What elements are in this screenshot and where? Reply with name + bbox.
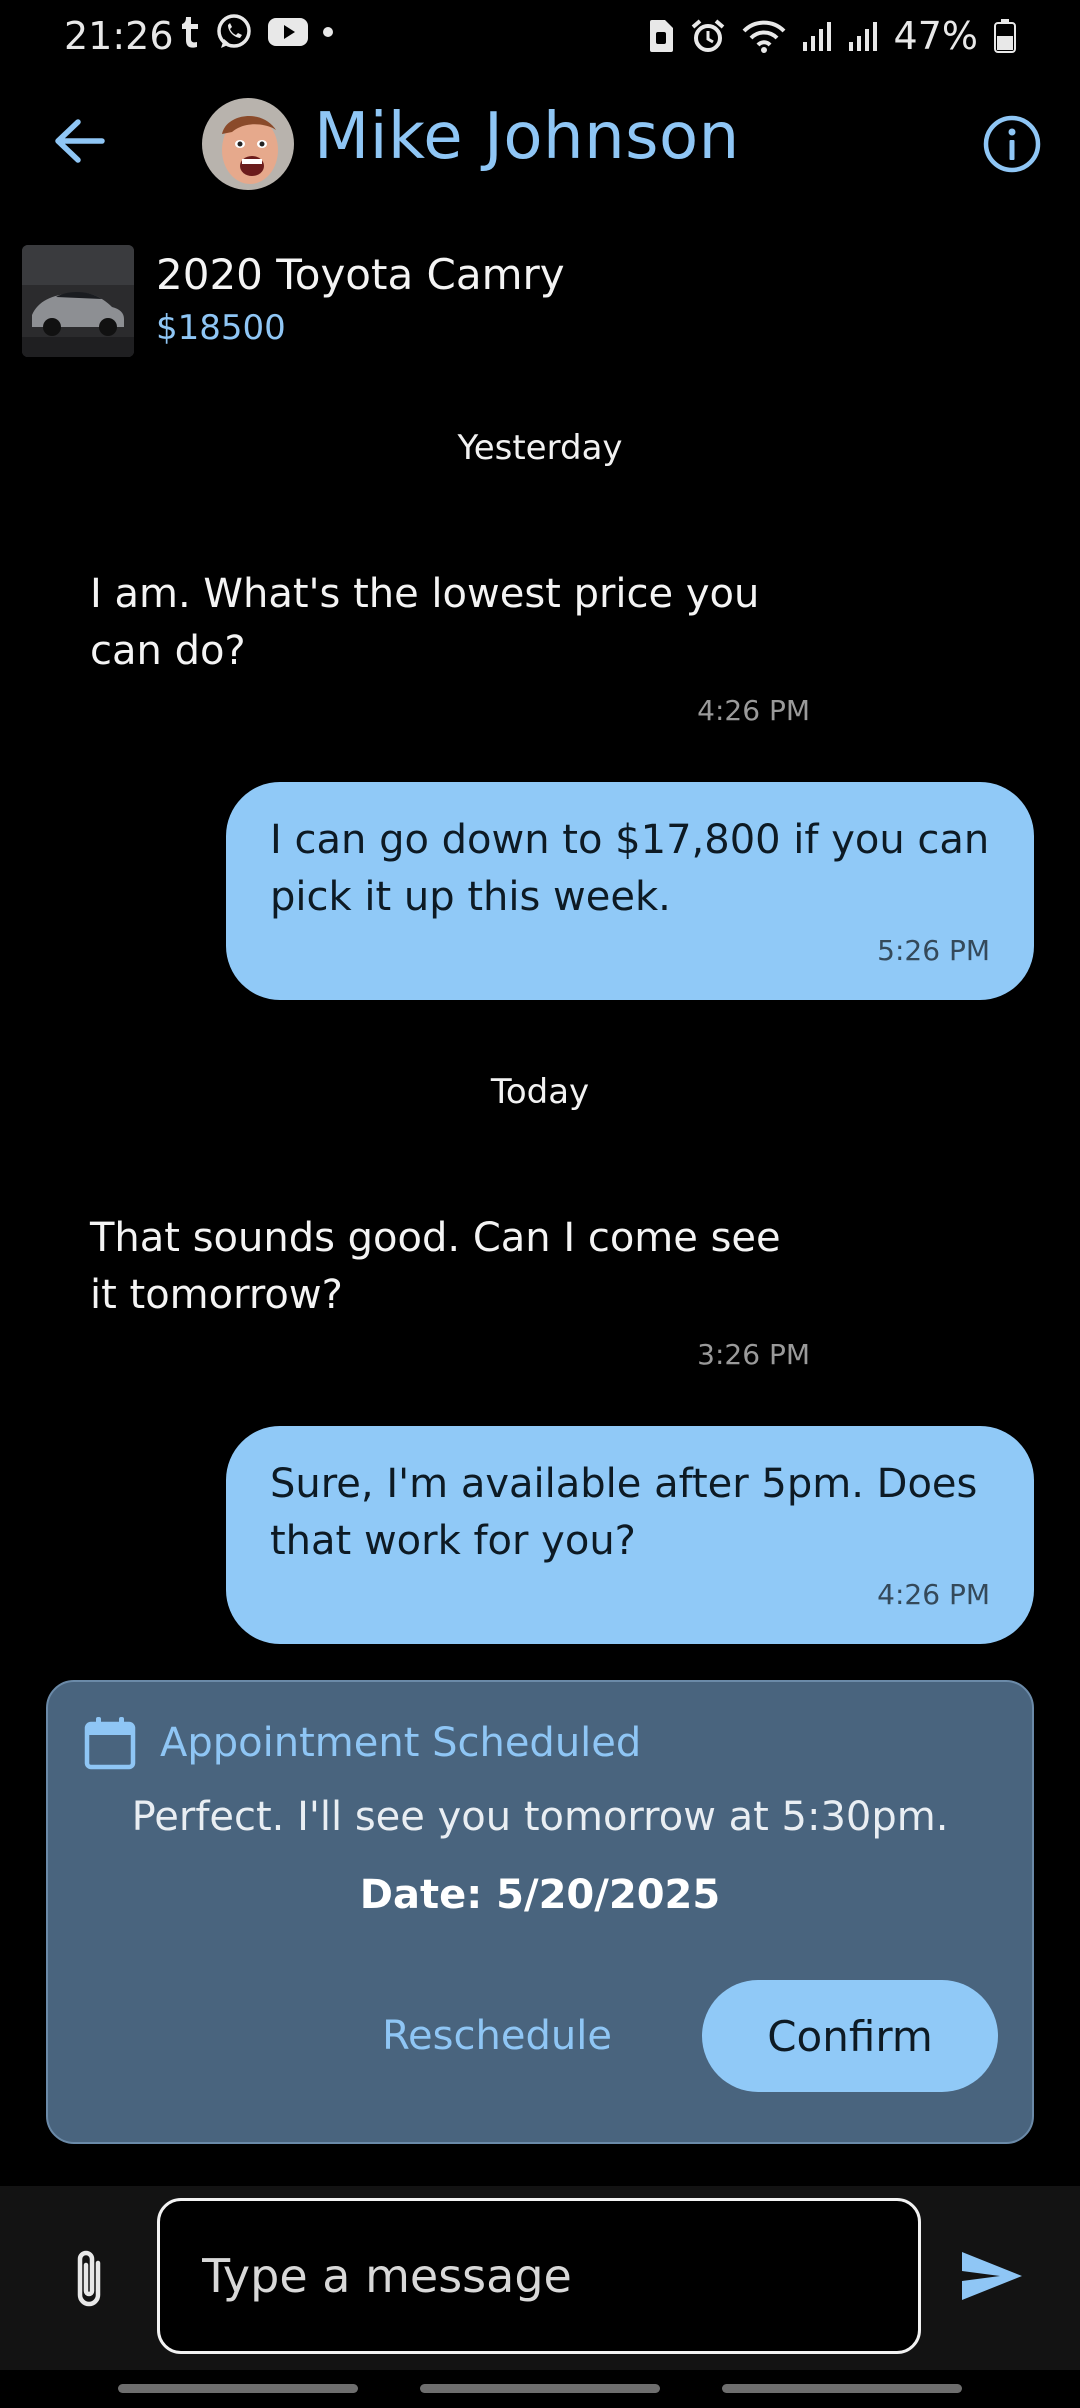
send-icon [962, 2252, 1022, 2300]
nav-handle[interactable] [722, 2384, 962, 2393]
calendar-icon [84, 1716, 136, 1770]
date-separator: Yesterday [457, 428, 623, 468]
message-time: 4:26 PM [877, 1578, 990, 1611]
info-icon [983, 115, 1041, 173]
paperclip-icon [77, 2250, 101, 2307]
nav-handle[interactable] [118, 2384, 358, 2393]
alarm-icon [690, 18, 726, 54]
appointment-date: Date: 5/20/2025 [359, 1872, 721, 1918]
back-button[interactable] [44, 106, 114, 176]
message-input[interactable] [157, 2198, 921, 2354]
wifi-icon [742, 19, 786, 53]
arrow-left-icon [55, 119, 105, 163]
message-time: 3:26 PM [697, 1338, 810, 1371]
message-incoming[interactable]: I am. What's the lowest price you can do… [90, 566, 810, 680]
send-button[interactable] [954, 2240, 1030, 2312]
avatar[interactable] [202, 98, 294, 190]
message-outgoing[interactable]: I can go down to $17,800 if you can pick… [226, 782, 1034, 1000]
message-incoming[interactable]: That sounds good. Can I come see it tomo… [90, 1210, 810, 1324]
listing-thumbnail[interactable] [22, 245, 134, 357]
message-text: That sounds good. Can I come see it tomo… [90, 1215, 781, 1318]
message-time: 5:26 PM [877, 934, 990, 967]
status-right: 47% [648, 14, 1016, 58]
info-button[interactable] [978, 110, 1046, 178]
message-text: I can go down to $17,800 if you can pick… [270, 817, 990, 920]
message-time: 4:26 PM [697, 694, 810, 727]
contact-name[interactable]: Mike Johnson [314, 100, 740, 174]
status-notification-icons [178, 12, 334, 52]
tumblr-icon [178, 15, 200, 49]
signal-icon [802, 20, 832, 52]
appointment-title: Appointment Scheduled [160, 1720, 642, 1766]
listing-title[interactable]: 2020 Toyota Camry [156, 250, 565, 299]
message-text: Sure, I'm available after 5pm. Does that… [270, 1461, 978, 1564]
appointment-message: Perfect. I'll see you tomorrow at 5:30pm… [131, 1794, 949, 1840]
signal-icon [848, 20, 878, 52]
sim-icon [648, 19, 674, 53]
date-separator: Today [490, 1072, 590, 1112]
youtube-icon [268, 17, 308, 47]
whatsapp-icon [214, 12, 254, 52]
dot-icon [322, 26, 334, 38]
confirm-button[interactable]: Confirm [702, 1980, 998, 2092]
status-time: 21:26 [64, 14, 174, 58]
message-outgoing[interactable]: Sure, I'm available after 5pm. Does that… [226, 1426, 1034, 1644]
nav-handle[interactable] [420, 2384, 660, 2393]
reschedule-button[interactable]: Reschedule [362, 1985, 632, 2087]
battery-percent: 47% [893, 14, 978, 58]
battery-icon [994, 19, 1016, 53]
message-text: I am. What's the lowest price you can do… [90, 571, 760, 674]
listing-price: $18500 [156, 308, 286, 348]
attach-button[interactable] [62, 2240, 118, 2316]
